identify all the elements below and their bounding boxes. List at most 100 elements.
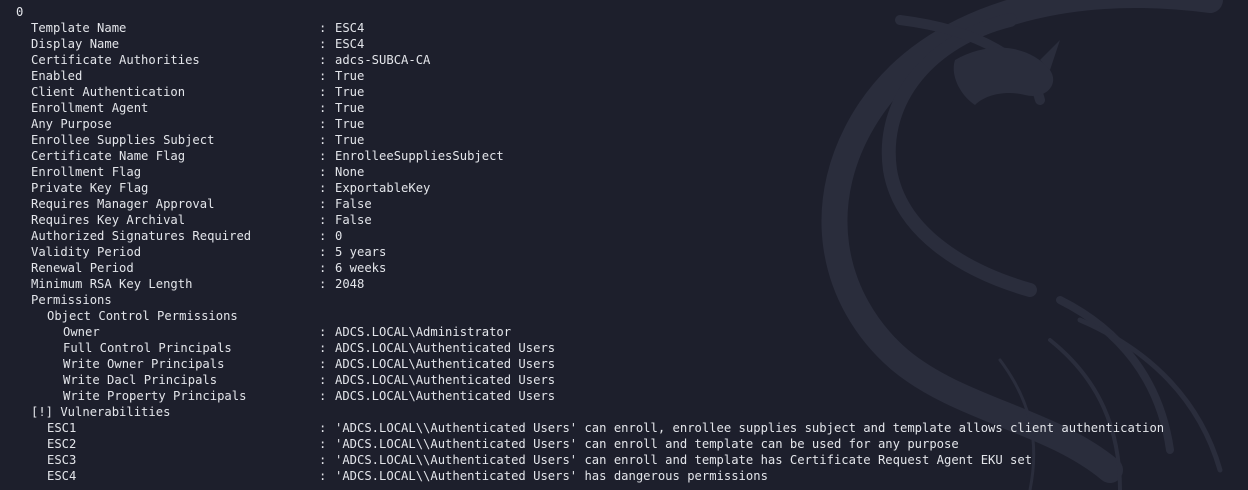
field-label: ESC3 — [47, 453, 77, 467]
field-row: Requires Key Archival: False — [0, 212, 1248, 228]
field-value: True — [335, 69, 365, 83]
record-index: 0 — [16, 5, 24, 19]
field-separator: : — [319, 213, 327, 227]
field-label: Requires Key Archival — [31, 213, 186, 227]
field-row: Authorized Signatures Required:0 — [0, 228, 1248, 244]
field-value: EnrolleeSuppliesSubject — [335, 149, 504, 163]
field-row: Enrollee Supplies Subject: True — [0, 132, 1248, 148]
field-row: Enabled: True — [0, 68, 1248, 84]
field-value: False — [335, 197, 372, 211]
field-row: Client Authentication: True — [0, 84, 1248, 100]
field-label: Owner — [63, 325, 100, 339]
field-separator: : — [319, 21, 327, 35]
field-separator: : — [319, 261, 327, 275]
field-row: Minimum RSA Key Length:2048 — [0, 276, 1248, 292]
field-row: Full Control Principals: ADCS.LOCAL\Authe… — [0, 340, 1248, 356]
field-separator: : — [319, 373, 327, 387]
field-row: ESC2: 'ADCS.LOCAL\\Authenticated Users' c… — [0, 436, 1248, 452]
field-label: Client Authentication — [31, 85, 186, 99]
field-value: ADCS.LOCAL\Authenticated Users — [335, 373, 556, 387]
field-label: Write Dacl Principals — [63, 373, 218, 387]
field-value: False — [335, 213, 372, 227]
field-label: Permissions — [31, 293, 112, 307]
field-row: Certificate Name Flag: EnrolleeSuppliesSu… — [0, 148, 1248, 164]
field-label: Write Owner Principals — [63, 357, 225, 371]
field-label: Display Name — [31, 37, 120, 51]
field-row: Validity Period:5 years — [0, 244, 1248, 260]
field-separator: : — [319, 229, 327, 243]
field-value: ADCS.LOCAL\Authenticated Users — [335, 341, 556, 355]
field-value: adcs-SUBCA-CA — [335, 53, 431, 67]
field-value: 'ADCS.LOCAL\\Authenticated Users' can en… — [335, 437, 959, 451]
field-row: ESC1: 'ADCS.LOCAL\\Authenticated Users' c… — [0, 420, 1248, 436]
field-value: ESC4 — [335, 37, 365, 51]
field-row: [!] Vulnerabilities — [0, 404, 1248, 420]
field-separator: : — [319, 469, 327, 483]
field-value: ExportableKey — [335, 181, 431, 195]
field-row: Requires Manager Approval: False — [0, 196, 1248, 212]
field-row: Enrollment Flag: None — [0, 164, 1248, 180]
field-label: Object Control Permissions — [47, 309, 238, 323]
field-separator: : — [319, 357, 327, 371]
partial-previous-line: ... — [31, 0, 112, 3]
field-row: Template Name: ESC4 — [0, 20, 1248, 36]
field-value: 'ADCS.LOCAL\\Authenticated Users' can en… — [335, 453, 1033, 467]
field-label: Certificate Name Flag — [31, 149, 186, 163]
field-label: Validity Period — [31, 245, 142, 259]
field-row: Private Key Flag: ExportableKey — [0, 180, 1248, 196]
field-value: 'ADCS.LOCAL\\Authenticated Users' can en… — [335, 421, 1165, 435]
field-separator: : — [319, 149, 327, 163]
field-separator: : — [319, 69, 327, 83]
field-label: Full Control Principals — [63, 341, 232, 355]
field-label: [!] Vulnerabilities — [31, 405, 171, 419]
field-row: ESC3: 'ADCS.LOCAL\\Authenticated Users' c… — [0, 452, 1248, 468]
field-separator: : — [319, 101, 327, 115]
field-separator: : — [319, 181, 327, 195]
field-separator: : — [319, 325, 327, 339]
field-row: Write Dacl Principals: ADCS.LOCAL\Authent… — [0, 372, 1248, 388]
field-label: Renewal Period — [31, 261, 134, 275]
field-label: ESC2 — [47, 437, 77, 451]
field-separator: : — [319, 277, 327, 291]
field-separator: : — [319, 117, 327, 131]
field-value: None — [335, 165, 365, 179]
field-value: 6 weeks — [335, 261, 387, 275]
field-separator: : — [319, 389, 327, 403]
field-label: Template Name — [31, 21, 127, 35]
field-label: ESC1 — [47, 421, 77, 435]
field-separator: : — [319, 37, 327, 51]
field-row: Object Control Permissions — [0, 308, 1248, 324]
field-row: Any Purpose: True — [0, 116, 1248, 132]
field-row: Owner: ADCS.LOCAL\Administrator — [0, 324, 1248, 340]
field-row: Write Property Principals: ADCS.LOCAL\Aut… — [0, 388, 1248, 404]
field-separator: : — [319, 85, 327, 99]
field-value: True — [335, 85, 365, 99]
field-separator: : — [319, 53, 327, 67]
field-label: Write Property Principals — [63, 389, 247, 403]
field-separator: : — [319, 437, 327, 451]
field-row: Display Name: ESC4 — [0, 36, 1248, 52]
field-label: Any Purpose — [31, 117, 112, 131]
terminal-window[interactable]: ... 0 Template Name:ESC4Display Name:ESC… — [0, 0, 1248, 490]
field-value: ADCS.LOCAL\Administrator — [335, 325, 512, 339]
field-row: Permissions — [0, 292, 1248, 308]
field-value: ADCS.LOCAL\Authenticated Users — [335, 389, 556, 403]
field-separator: : — [319, 197, 327, 211]
field-separator: : — [319, 341, 327, 355]
field-row: ESC4: 'ADCS.LOCAL\\Authenticated Users' h… — [0, 468, 1248, 484]
field-value: True — [335, 117, 365, 131]
field-row: Certificate Authorities: adcs-SUBCA-CA — [0, 52, 1248, 68]
field-label: Enrollment Flag — [31, 165, 142, 179]
field-value: 'ADCS.LOCAL\\Authenticated Users' has da… — [335, 469, 768, 483]
field-row: Enrollment Agent: True — [0, 100, 1248, 116]
field-separator: : — [319, 245, 327, 259]
field-label: Enrollee Supplies Subject — [31, 133, 215, 147]
field-value: True — [335, 133, 365, 147]
field-label: Enabled — [31, 69, 83, 83]
field-value: 0 — [335, 229, 343, 243]
field-value: True — [335, 101, 365, 115]
field-separator: : — [319, 165, 327, 179]
field-value: 2048 — [335, 277, 365, 291]
field-label: Enrollment Agent — [31, 101, 149, 115]
field-separator: : — [319, 421, 327, 435]
